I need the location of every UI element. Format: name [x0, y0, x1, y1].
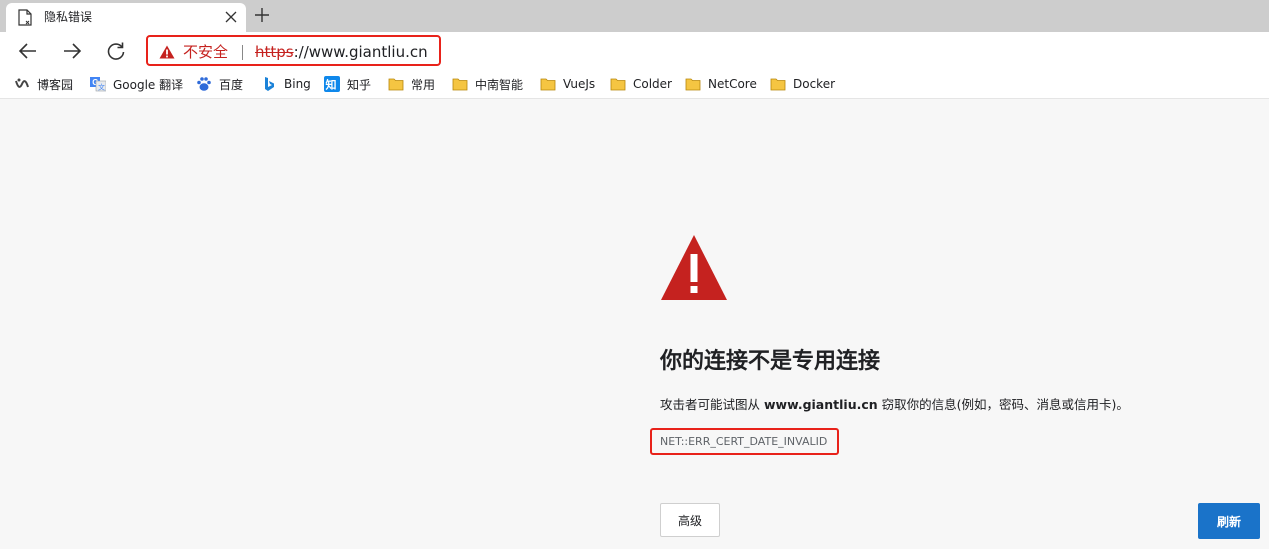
bookmark-label: NetCore [708, 77, 757, 91]
url-text[interactable]: https://www.giantliu.cn [255, 43, 428, 61]
reload-icon[interactable] [105, 40, 127, 62]
bookmark-folder-vuejs[interactable]: VueJs [540, 75, 595, 93]
baidu-icon [197, 77, 211, 91]
zhihu-icon: 知 [324, 76, 340, 92]
bookmark-label: Bing [284, 77, 311, 91]
bookmark-folder-docker[interactable]: Docker [770, 75, 835, 93]
new-tab-plus-icon[interactable] [254, 7, 270, 23]
bookmark-folder-zhongnan[interactable]: 中南智能 [452, 75, 523, 93]
url-host: ://www.giantliu.cn [293, 43, 428, 61]
address-highlight-box: 不安全 https://www.giantliu.cn [146, 35, 441, 66]
bookmark-label: 博客园 [37, 77, 74, 92]
reload-button[interactable]: 刷新 [1198, 503, 1260, 539]
bookmark-cnblogs[interactable]: 博客园 [14, 75, 73, 93]
bookmarks-bar: 博客园 G 文 Google 翻译 百度 Bing 知 知乎 常用 中南智能 V… [0, 69, 1269, 99]
error-code[interactable]: NET::ERR_CERT_DATE_INVALID [660, 434, 827, 449]
desc-site: www.giantliu.cn [763, 397, 878, 412]
desc-text-start: 攻击者可能试图从 [660, 397, 764, 412]
bookmark-google-translate[interactable]: G 文 Google 翻译 [90, 75, 183, 93]
bookmark-label: 常用 [411, 77, 436, 92]
bookmark-label: Colder [633, 77, 672, 91]
folder-icon [452, 78, 468, 91]
back-arrow-icon[interactable] [17, 40, 39, 62]
bookmark-folder-netcore[interactable]: NetCore [685, 75, 757, 93]
close-icon[interactable] [224, 10, 238, 24]
error-description: 攻击者可能试图从 www.giantliu.cn 窃取你的信息(例如，密码、消息… [660, 396, 1129, 414]
advanced-button[interactable]: 高级 [660, 503, 720, 537]
bookmark-label: Docker [793, 77, 836, 91]
bookmark-label: 知乎 [347, 77, 372, 92]
tab-strip: 隐私错误 [0, 0, 1269, 32]
desc-text-end: 窃取你的信息(例如，密码、消息或信用卡)。 [877, 397, 1129, 412]
bookmark-label: Google 翻译 [113, 77, 184, 92]
warning-triangle-icon[interactable] [159, 45, 175, 59]
address-divider [242, 45, 243, 60]
forward-arrow-icon[interactable] [61, 40, 83, 62]
tab-privacy-error[interactable]: 隐私错误 [6, 3, 246, 32]
not-secure-label[interactable]: 不安全 [183, 43, 228, 61]
svg-text:文: 文 [98, 83, 105, 92]
bookmark-baidu[interactable]: 百度 [196, 75, 243, 93]
folder-icon [770, 78, 786, 91]
document-icon [18, 9, 32, 26]
bookmark-folder-changyong[interactable]: 常用 [388, 75, 435, 93]
page-title: 你的连接不是专用连接 [660, 349, 881, 374]
error-code-highlight: NET::ERR_CERT_DATE_INVALID [650, 428, 839, 455]
bookmark-label: 中南智能 [475, 77, 524, 92]
url-scheme: https [255, 43, 294, 61]
bookmark-label: 百度 [219, 77, 244, 92]
bing-icon [265, 77, 274, 91]
large-warning-icon [661, 235, 727, 300]
bookmark-label: VueJs [563, 77, 596, 91]
folder-icon [540, 78, 556, 91]
cnblogs-icon [15, 78, 29, 88]
address-bar[interactable]: 不安全 https://www.giantliu.cn [146, 35, 1269, 66]
bookmark-zhihu[interactable]: 知 知乎 [324, 75, 371, 93]
tab-title: 隐私错误 [44, 10, 93, 24]
folder-icon [388, 78, 404, 91]
svg-text:知: 知 [325, 78, 337, 92]
bookmark-folder-colder[interactable]: Colder [610, 75, 672, 93]
folder-icon [610, 78, 626, 91]
bookmark-bing[interactable]: Bing [261, 75, 311, 93]
google-translate-icon: G 文 [90, 77, 106, 92]
toolbar: 不安全 https://www.giantliu.cn [0, 32, 1269, 69]
folder-icon [685, 78, 701, 91]
